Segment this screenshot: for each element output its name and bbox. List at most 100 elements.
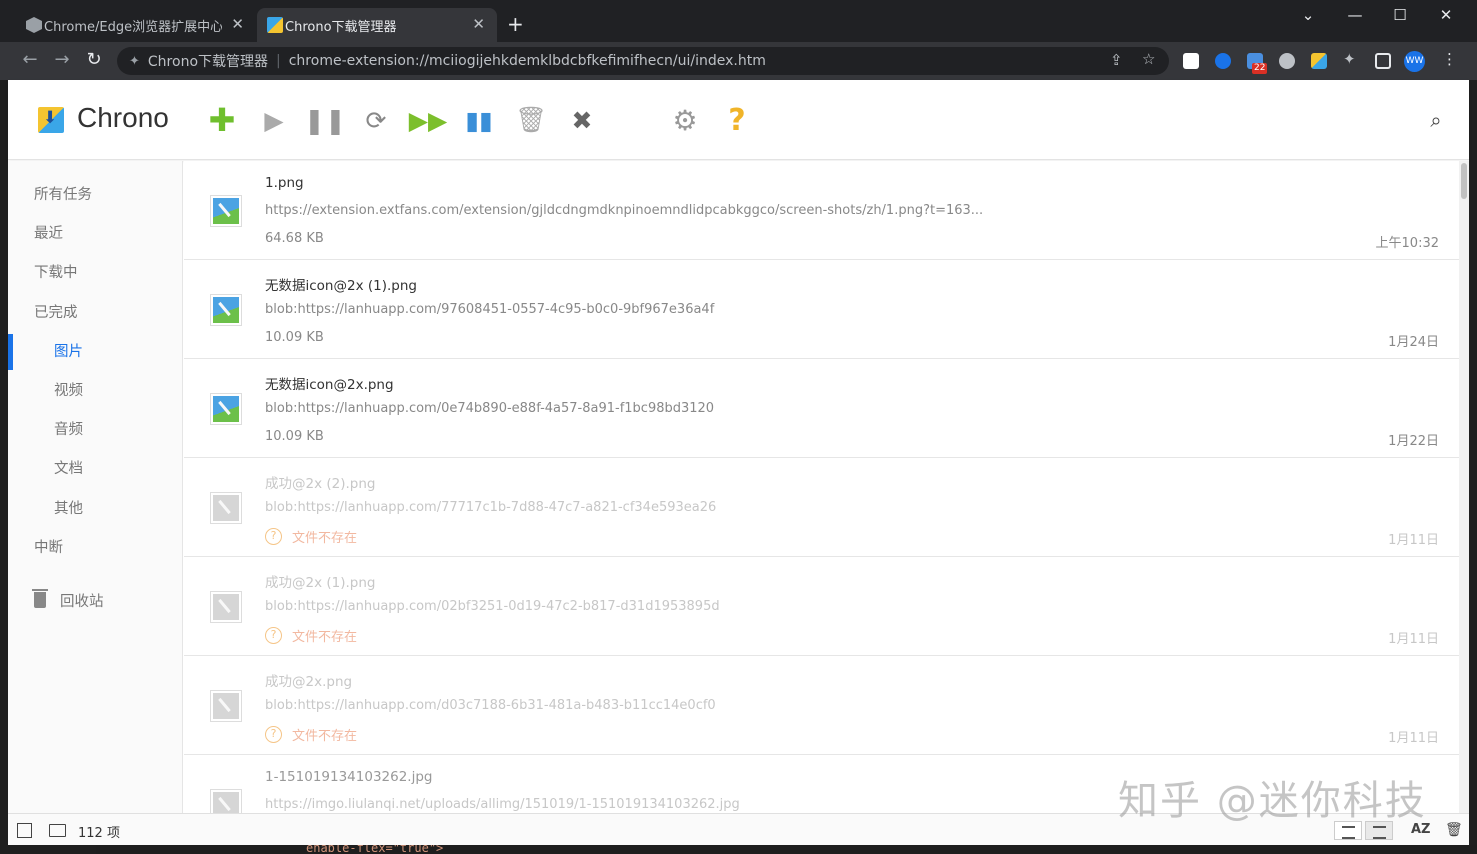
app-title: Chrono bbox=[77, 102, 169, 133]
file-date: 1月11日 bbox=[1388, 632, 1439, 647]
tab-close-icon[interactable]: ✕ bbox=[472, 15, 485, 33]
clear-trash-icon[interactable]: 🗑 bbox=[1445, 822, 1463, 838]
settings-gear-button[interactable]: ⚙ bbox=[667, 102, 703, 138]
start-button[interactable]: ▶ bbox=[256, 102, 292, 138]
file-name[interactable]: 无数据icon@2x (1).png bbox=[265, 274, 417, 294]
forward-button[interactable]: → bbox=[50, 49, 74, 70]
file-name[interactable]: 1.png bbox=[265, 175, 304, 191]
file-url[interactable]: https://imgo.liulanqi.net/uploads/allimg… bbox=[265, 797, 740, 812]
sidebar-item-images[interactable]: 图片 bbox=[8, 334, 183, 370]
file-url[interactable]: https://extension.extfans.com/extension/… bbox=[265, 203, 983, 218]
chrono-app: Chrono ✚ ▶ ❚❚ ⟳ ▶▶ ▮▮ 🗑 ✖ ⚙ ? ⌕ 所有任务 最近 … bbox=[8, 80, 1469, 845]
list-scrollbar[interactable] bbox=[1459, 161, 1469, 813]
download-row[interactable]: 1.png https://extension.extfans.com/exte… bbox=[184, 161, 1459, 260]
tab-chrono[interactable]: Chrono下载管理器 ✕ bbox=[257, 8, 497, 42]
tab-close-icon[interactable]: ✕ bbox=[231, 15, 244, 33]
sidebar-item-all-tasks[interactable]: 所有任务 bbox=[8, 177, 183, 213]
reload-button[interactable]: ↻ bbox=[82, 49, 106, 70]
scrollbar-thumb[interactable] bbox=[1461, 163, 1467, 199]
background-code-editor: enable-flex="true"> bbox=[96, 845, 1477, 854]
tab-search-icon[interactable]: ⌄ bbox=[1285, 6, 1331, 24]
file-name[interactable]: 1-151019134103262.jpg bbox=[265, 769, 432, 785]
download-row[interactable]: 无数据icon@2x.png blob:https://lanhuapp.com… bbox=[184, 359, 1459, 458]
file-name[interactable]: 无数据icon@2x.png bbox=[265, 373, 394, 393]
image-file-icon bbox=[210, 690, 242, 722]
image-file-icon bbox=[210, 789, 242, 813]
profile-avatar[interactable]: WW bbox=[1404, 51, 1425, 72]
omnibox-page-title: Chrono下载管理器 bbox=[147, 54, 269, 70]
maximize-button[interactable]: ☐ bbox=[1377, 6, 1423, 24]
sidebar-item-downloading[interactable]: 下载中 bbox=[8, 255, 183, 291]
download-row[interactable]: 无数据icon@2x (1).png blob:https://lanhuapp… bbox=[184, 260, 1459, 359]
file-url[interactable]: blob:https://lanhuapp.com/97608451-0557-… bbox=[265, 302, 714, 317]
file-size: 10.09 KB bbox=[265, 330, 324, 345]
delete-button[interactable]: ✖ bbox=[564, 102, 600, 138]
omnibox-separator: | bbox=[276, 53, 281, 69]
sidebar-item-interrupted[interactable]: 中断 bbox=[8, 530, 183, 566]
image-file-icon bbox=[210, 195, 242, 227]
pause-button[interactable]: ❚❚ bbox=[304, 102, 346, 138]
sidebar-item-other[interactable]: 其他 bbox=[8, 491, 183, 527]
app-header: Chrono ✚ ▶ ❚❚ ⟳ ▶▶ ▮▮ 🗑 ✖ ⚙ ? ⌕ bbox=[8, 80, 1469, 160]
omnibox-url[interactable]: chrome-extension://mciiogijehkdemklbdcbf… bbox=[289, 53, 766, 69]
sidebar-item-recent[interactable]: 最近 bbox=[8, 216, 183, 252]
extension-chrono-icon[interactable] bbox=[1311, 53, 1327, 69]
file-url[interactable]: blob:https://lanhuapp.com/77717c1b-7d88-… bbox=[265, 500, 716, 515]
image-file-icon bbox=[210, 393, 242, 425]
browser-tabstrip: Chrome/Edge浏览器扩展中心 ✕ Chrono下载管理器 ✕ + ⌄ —… bbox=[0, 0, 1477, 42]
new-tab-button[interactable]: + bbox=[507, 12, 524, 36]
file-status: ? 文件不存在 bbox=[265, 725, 357, 744]
add-download-button[interactable]: ✚ bbox=[204, 101, 240, 139]
question-circle-icon: ? bbox=[265, 726, 282, 743]
sidebar-item-recycle-bin[interactable]: 回收站 bbox=[8, 584, 183, 620]
extension-google-icon[interactable] bbox=[1183, 53, 1199, 69]
address-bar[interactable]: ✦ Chrono下载管理器 | chrome-extension://mciio… bbox=[117, 47, 1169, 75]
retry-button[interactable]: ⟳ bbox=[358, 102, 394, 138]
sidebar-item-completed[interactable]: 已完成 bbox=[8, 295, 183, 331]
help-button[interactable]: ? bbox=[719, 102, 755, 138]
chrono-logo-icon bbox=[38, 107, 64, 133]
file-status-text: 文件不存在 bbox=[292, 630, 358, 645]
file-name[interactable]: 成功@2x (2).png bbox=[265, 472, 375, 492]
download-row[interactable]: 成功@2x (1).png blob:https://lanhuapp.com/… bbox=[184, 557, 1459, 656]
minimize-button[interactable]: — bbox=[1332, 6, 1378, 24]
search-button[interactable]: ⌕ bbox=[1418, 102, 1454, 138]
file-status-text: 文件不存在 bbox=[292, 531, 358, 546]
download-row[interactable]: 成功@2x.png blob:https://lanhuapp.com/d03c… bbox=[184, 656, 1459, 755]
sidebar-item-audio[interactable]: 音频 bbox=[8, 412, 183, 448]
browser-menu-icon[interactable]: ⋮ bbox=[1442, 50, 1457, 68]
extension-p-icon[interactable] bbox=[1215, 53, 1231, 69]
browser-toolbar: ← → ↻ ✦ Chrono下载管理器 | chrome-extension:/… bbox=[0, 42, 1477, 80]
bookmark-star-icon[interactable]: ☆ bbox=[1142, 50, 1155, 68]
start-all-button[interactable]: ▶▶ bbox=[409, 102, 447, 138]
pause-all-button[interactable]: ▮▮ bbox=[461, 102, 497, 138]
move-to-trash-button[interactable]: 🗑 bbox=[513, 102, 549, 138]
file-url[interactable]: blob:https://lanhuapp.com/d03c7188-6b31-… bbox=[265, 698, 716, 713]
tab-extension-center[interactable]: Chrome/Edge浏览器扩展中心 ✕ bbox=[16, 8, 256, 42]
tab-title: Chrome/Edge浏览器扩展中心 bbox=[44, 19, 222, 35]
extension-center-favicon-icon bbox=[26, 17, 42, 33]
window-close-button[interactable]: ✕ bbox=[1423, 6, 1469, 24]
background-code-text: enable-flex="true"> bbox=[306, 845, 444, 854]
sidebar-item-documents[interactable]: 文档 bbox=[8, 451, 183, 487]
file-date: 1月22日 bbox=[1388, 434, 1439, 449]
side-panel-icon[interactable] bbox=[1375, 53, 1391, 69]
file-url[interactable]: blob:https://lanhuapp.com/02bf3251-0d19-… bbox=[265, 599, 720, 614]
file-status: ? 文件不存在 bbox=[265, 527, 357, 546]
extension-badge: 22 bbox=[1252, 63, 1268, 74]
image-file-icon bbox=[210, 591, 242, 623]
download-row[interactable]: 成功@2x (2).png blob:https://lanhuapp.com/… bbox=[184, 458, 1459, 557]
tab-title: Chrono下载管理器 bbox=[285, 19, 397, 35]
folder-icon[interactable] bbox=[49, 824, 66, 837]
extension-key-icon[interactable] bbox=[1279, 53, 1295, 69]
share-icon[interactable]: ⇪ bbox=[1110, 51, 1123, 69]
file-name[interactable]: 成功@2x.png bbox=[265, 670, 352, 690]
sidebar-item-videos[interactable]: 视频 bbox=[8, 373, 183, 409]
window-frame-icon[interactable] bbox=[17, 823, 32, 838]
file-url[interactable]: blob:https://lanhuapp.com/0e74b890-e88f-… bbox=[265, 401, 714, 416]
back-button[interactable]: ← bbox=[18, 49, 42, 70]
sidebar-item-label: 回收站 bbox=[60, 594, 104, 610]
chrono-favicon-icon bbox=[267, 17, 283, 33]
extensions-puzzle-icon[interactable]: ✦ bbox=[1343, 50, 1356, 68]
file-name[interactable]: 成功@2x (1).png bbox=[265, 571, 375, 591]
